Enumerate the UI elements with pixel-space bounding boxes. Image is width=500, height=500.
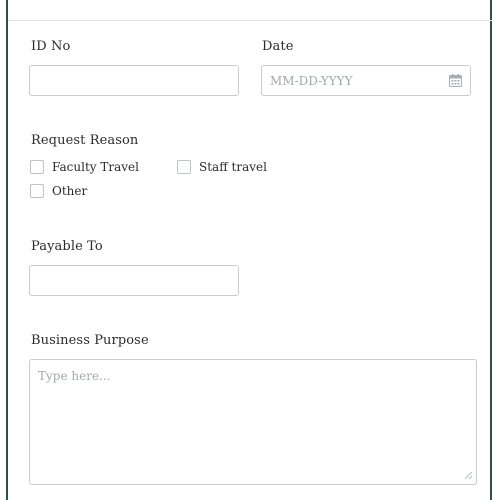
date-input[interactable]	[261, 65, 471, 96]
business-purpose-textarea[interactable]	[29, 359, 477, 485]
business-purpose-label: Business Purpose	[31, 333, 149, 348]
other-label: Other	[52, 184, 88, 198]
id-no-label: ID No	[31, 39, 71, 54]
checkbox-staff-travel[interactable]	[177, 160, 191, 174]
resize-grip-icon[interactable]	[463, 470, 473, 480]
date-label: Date	[262, 39, 294, 54]
payable-to-input[interactable]	[29, 265, 239, 296]
checkbox-faculty-travel[interactable]	[30, 160, 44, 174]
payable-to-label: Payable To	[31, 239, 103, 254]
id-no-input[interactable]	[29, 65, 239, 96]
top-divider	[8, 20, 492, 21]
staff-travel-label: Staff travel	[199, 160, 267, 174]
request-reason-label: Request Reason	[31, 133, 139, 148]
checkbox-other[interactable]	[30, 184, 44, 198]
calendar-icon[interactable]	[449, 74, 462, 87]
faculty-travel-label: Faculty Travel	[52, 160, 139, 174]
